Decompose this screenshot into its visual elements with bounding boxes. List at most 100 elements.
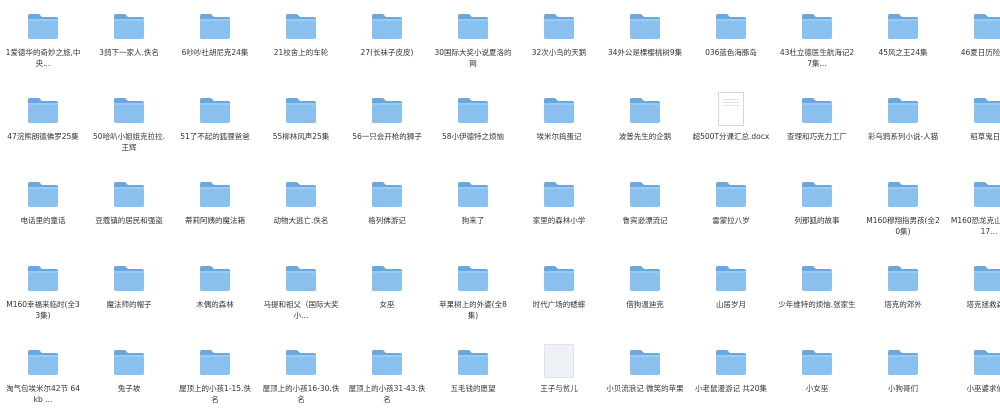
folder-item[interactable]: 036蓝色海豚岛 xyxy=(688,0,774,84)
folder-item[interactable]: 豆蔻镇的居民和强盗 xyxy=(86,168,172,252)
folder-item[interactable]: 34外公是棵樱桃树9集 xyxy=(602,0,688,84)
folder-item[interactable]: 女巫 xyxy=(344,252,430,336)
item-label: 1爱德华的奇妙之旅,中央... xyxy=(5,48,81,68)
folder-icon xyxy=(972,176,1000,210)
folder-icon xyxy=(112,260,146,294)
folder-icon xyxy=(198,176,232,210)
folder-item[interactable]: 46夏日历险10集 xyxy=(946,0,1000,84)
folder-item[interactable]: 木偶的森林 xyxy=(172,252,258,336)
item-label: 屋顶上的小孩31-43.佚名 xyxy=(348,384,426,404)
folder-item[interactable]: 彩乌鸦系列小说-人猫 xyxy=(860,84,946,168)
item-label: 波普先生的企鹅 xyxy=(618,132,672,141)
folder-item[interactable]: 稻草鬼日记 xyxy=(946,84,1000,168)
item-label: 27(长袜子皮皮) xyxy=(360,48,414,57)
folder-icon xyxy=(714,176,748,210)
folder-item[interactable]: 塔克拯救森林 xyxy=(946,252,1000,336)
item-label: 32次小鸟的天鹅 xyxy=(531,48,587,57)
folder-icon xyxy=(542,260,576,294)
folder-icon xyxy=(800,344,834,378)
folder-item[interactable]: 56一只会开枪的狮子 xyxy=(344,84,430,168)
folder-item[interactable]: 50哈叭小姐姐克拉拉.王辉 xyxy=(86,84,172,168)
folder-item[interactable]: 1爱德华的奇妙之旅,中央... xyxy=(0,0,86,84)
folder-item[interactable]: 苹果树上的外婆(全8集) xyxy=(430,252,516,336)
folder-item[interactable]: 动物大逃亡.佚名 xyxy=(258,168,344,252)
folder-item[interactable]: 小贝流浪记 微笑的苹果 xyxy=(602,336,688,420)
item-label: 036蓝色海豚岛 xyxy=(705,48,757,57)
folder-icon xyxy=(542,92,576,126)
image-item[interactable]: 王子与贫儿 xyxy=(516,336,602,420)
folder-item[interactable]: 小女巫 xyxy=(774,336,860,420)
folder-item[interactable]: M160穆翔指男孩(全20集) xyxy=(860,168,946,252)
folder-item[interactable]: 屋顶上的小孩1-15.佚名 xyxy=(172,336,258,420)
folder-item[interactable]: 蒂莉阿姨的魔法箱 xyxy=(172,168,258,252)
folder-item[interactable]: 3鸽下一家人.佚名 xyxy=(86,0,172,84)
folder-item[interactable]: M160幸福来临时(全33集) xyxy=(0,252,86,336)
folder-item[interactable]: 五毛钱的愿望 xyxy=(430,336,516,420)
folder-item[interactable]: 淘气包埃米尔42节 64kb ... xyxy=(0,336,86,420)
folder-item[interactable]: 查理和巧克力工厂 xyxy=(774,84,860,168)
item-label: 埃米尔捣蛋记 xyxy=(536,132,582,141)
folder-item[interactable]: 电话里的童话 xyxy=(0,168,86,252)
folder-item[interactable]: 兔子坡 xyxy=(86,336,172,420)
folder-item[interactable]: 格列佛游记 xyxy=(344,168,430,252)
item-label: 34外公是棵樱桃树9集 xyxy=(607,48,683,57)
folder-item[interactable]: 时代广场的蟋蟀 xyxy=(516,252,602,336)
folder-icon xyxy=(714,260,748,294)
item-label: 46夏日历险10集 xyxy=(960,48,1000,57)
folder-icon xyxy=(456,8,490,42)
item-label: 塔克的郊外 xyxy=(884,300,922,309)
folder-item[interactable]: 鲁宾逊漂流记 xyxy=(602,168,688,252)
folder-item[interactable]: 塔克的郊外 xyxy=(860,252,946,336)
folder-item[interactable]: 屋顶上的小孩31-43.佚名 xyxy=(344,336,430,420)
folder-item[interactable]: 58小伊德特之烦恼 xyxy=(430,84,516,168)
folder-item[interactable]: 55柳林风声25集 xyxy=(258,84,344,168)
item-label: 屋顶上的小孩1-15.佚名 xyxy=(179,384,251,404)
item-label: 小狗哥们 xyxy=(888,384,918,393)
folder-icon xyxy=(714,8,748,42)
folder-item[interactable]: 马提和祖父（国际大奖小... xyxy=(258,252,344,336)
folder-icon xyxy=(198,344,232,378)
folder-item[interactable]: 小巫婆求仙记 xyxy=(946,336,1000,420)
folder-item[interactable]: 波普先生的企鹅 xyxy=(602,84,688,168)
item-label: 马提和祖父（国际大奖小... xyxy=(263,300,339,320)
folder-item[interactable]: 列那狐的故事 xyxy=(774,168,860,252)
folder-item[interactable]: 魔法师的帽子 xyxy=(86,252,172,336)
folder-item[interactable]: M160恐龙克山探险(全17... xyxy=(946,168,1000,252)
folder-item[interactable]: 47浣熊朗德佛罗25集 xyxy=(0,84,86,168)
folder-item[interactable]: 狗来了 xyxy=(430,168,516,252)
folder-item[interactable]: 小老鼠漫游记 共20集 xyxy=(688,336,774,420)
folder-icon xyxy=(972,8,1000,42)
folder-item[interactable]: 6吵吵社胡尼克24集 xyxy=(172,0,258,84)
folder-icon xyxy=(456,344,490,378)
item-label: 苹果树上的外婆(全8集) xyxy=(439,300,507,320)
folder-item[interactable]: 少年维特的烦恼.张家生 xyxy=(774,252,860,336)
folder-item[interactable]: 32次小鸟的天鹅 xyxy=(516,0,602,84)
folder-icon xyxy=(112,344,146,378)
folder-item[interactable]: 21校舍上的车轮 xyxy=(258,0,344,84)
item-label: 30国际大奖小说夏洛的网 xyxy=(434,48,512,68)
folder-item[interactable]: 43杜立德医生航海记27集... xyxy=(774,0,860,84)
folder-item[interactable]: 51了不起的狐狸爸爸 xyxy=(172,84,258,168)
item-label: 小巫婆求仙记 xyxy=(966,384,1000,393)
folder-item[interactable]: 借狗温迪克 xyxy=(602,252,688,336)
folder-item[interactable]: 山居岁月 xyxy=(688,252,774,336)
folder-icon xyxy=(284,176,318,210)
folder-item[interactable]: 30国际大奖小说夏洛的网 xyxy=(430,0,516,84)
folder-item[interactable]: 小狗哥们 xyxy=(860,336,946,420)
folder-item[interactable]: 45风之王24集 xyxy=(860,0,946,84)
folder-item[interactable]: 埃米尔捣蛋记 xyxy=(516,84,602,168)
folder-item[interactable]: 屋顶上的小孩16-30.佚名 xyxy=(258,336,344,420)
folder-icon xyxy=(370,176,404,210)
item-label: 58小伊德特之烦恼 xyxy=(441,132,505,141)
folder-icon xyxy=(886,176,920,210)
folder-icon xyxy=(972,344,1000,378)
document-item[interactable]: 超500T分课汇总.docx xyxy=(688,84,774,168)
item-label: 查理和巧克力工厂 xyxy=(787,132,847,141)
folder-item[interactable]: 家里的森林小学 xyxy=(516,168,602,252)
item-label: M160恐龙克山探险(全17... xyxy=(950,216,1000,236)
folder-item[interactable]: 雷蒙拉八岁 xyxy=(688,168,774,252)
folder-icon xyxy=(370,92,404,126)
folder-icon xyxy=(628,176,662,210)
folder-icon xyxy=(456,176,490,210)
folder-item[interactable]: 27(长袜子皮皮) xyxy=(344,0,430,84)
